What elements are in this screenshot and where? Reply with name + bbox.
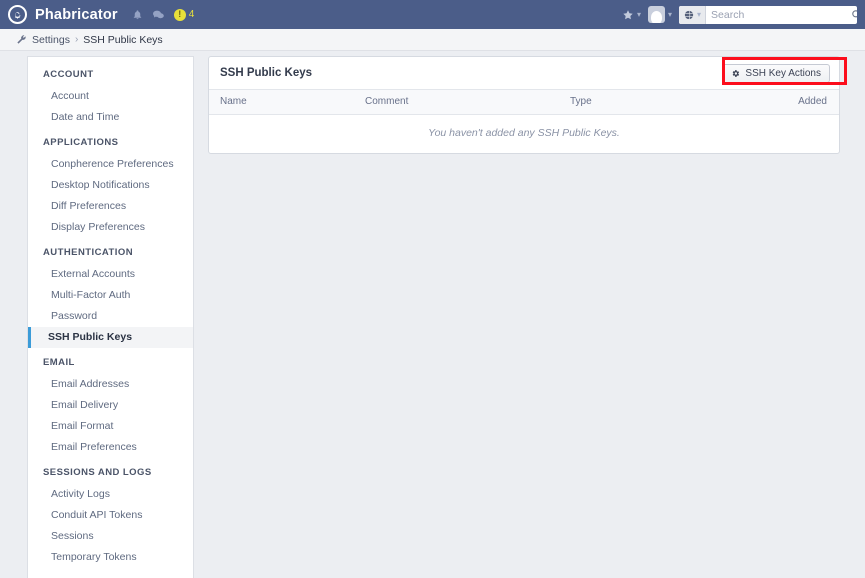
gear-icon	[731, 69, 740, 78]
sidebar-item-email-addresses[interactable]: Email Addresses	[28, 374, 193, 395]
sidebar-item-desktop-notifications[interactable]: Desktop Notifications	[28, 175, 193, 196]
sidebar-item-password[interactable]: Password	[28, 306, 193, 327]
chevron-down-icon: ▾	[697, 9, 702, 19]
ssh-key-actions-button[interactable]: SSH Key Actions	[722, 63, 830, 83]
search-input[interactable]	[706, 5, 852, 24]
sidebar-item-diff-preferences[interactable]: Diff Preferences	[28, 196, 193, 217]
sidebar-group-heading: AUTHENTICATION	[43, 247, 134, 258]
chevron-down-icon: ▾	[636, 9, 641, 19]
sidebar-item-activity-logs[interactable]: Activity Logs	[28, 484, 193, 505]
alert-badge-dot: !	[173, 8, 186, 21]
star-icon	[622, 9, 634, 21]
sidebar-item-multi-factor-auth[interactable]: Multi-Factor Auth	[28, 285, 193, 306]
gear-eye-logo-icon	[8, 5, 27, 24]
sidebar-item-conduit-api-tokens[interactable]: Conduit API Tokens	[28, 505, 193, 526]
main-content: SSH Public Keys SSH Key Actions Name Com…	[208, 56, 840, 154]
column-header-comment[interactable]: Comment	[354, 90, 559, 115]
sidebar-group-heading: APPLICATIONS	[43, 137, 119, 148]
chat-bubble-icon[interactable]	[152, 9, 165, 21]
global-search: ▾	[679, 5, 857, 24]
ssh-keys-panel: SSH Public Keys SSH Key Actions Name Com…	[208, 56, 840, 154]
sidebar-item-email-format[interactable]: Email Format	[28, 416, 193, 437]
sidebar-group-heading: SESSIONS AND LOGS	[43, 467, 152, 478]
sidebar-item-ssh-public-keys[interactable]: SSH Public Keys	[28, 327, 193, 348]
panel-header: SSH Public Keys SSH Key Actions	[209, 57, 839, 90]
user-avatar-icon	[647, 6, 665, 23]
logo-home-link[interactable]: Phabricator	[0, 5, 118, 24]
sidebar-group-heading: ACCOUNT	[43, 69, 94, 80]
table-body: You haven't added any SSH Public Keys.	[209, 114, 839, 153]
brand-title: Phabricator	[35, 6, 118, 23]
breadcrumb-separator: ›	[74, 34, 79, 45]
page-body: ACCOUNT Account Date and Time APPLICATIONS C…	[0, 51, 865, 578]
nav-right-group: ▾ ▾ ▾	[622, 5, 865, 24]
alert-badge[interactable]: ! 4	[173, 8, 195, 21]
ssh-keys-table: Name Comment Type Added You haven't adde…	[209, 90, 839, 153]
table-header-row: Name Comment Type Added	[209, 90, 839, 115]
empty-state-message: You haven't added any SSH Public Keys.	[428, 126, 620, 139]
chevron-down-icon: ▾	[667, 9, 672, 19]
sidebar-item-external-accounts[interactable]: External Accounts	[28, 264, 193, 285]
favorites-menu-button[interactable]: ▾	[622, 9, 641, 21]
column-header-type[interactable]: Type	[559, 90, 774, 115]
profile-menu-button[interactable]: ▾	[647, 6, 672, 23]
breadcrumb: Settings › SSH Public Keys	[0, 29, 865, 51]
sidebar-item-email-delivery[interactable]: Email Delivery	[28, 395, 193, 416]
search-scope-selector[interactable]: ▾	[679, 5, 707, 24]
wrench-icon	[16, 34, 27, 45]
settings-sidebar: ACCOUNT Account Date and Time APPLICATIONS C…	[27, 56, 194, 578]
sidebar-item-temporary-tokens[interactable]: Temporary Tokens	[28, 547, 193, 568]
sidebar-item-conpherence-preferences[interactable]: Conpherence Preferences	[28, 154, 193, 175]
sidebar-item-email-preferences[interactable]: Email Preferences	[28, 437, 193, 458]
breadcrumb-current: SSH Public Keys	[83, 33, 163, 46]
breadcrumb-link-settings[interactable]: Settings	[32, 34, 70, 46]
top-navigation-bar: Phabricator ! 4 ▾ ▾ ▾ Search	[0, 0, 865, 29]
page-title: SSH Public Keys	[220, 67, 313, 79]
table-empty-row: You haven't added any SSH Public Keys.	[209, 114, 839, 153]
sidebar-group-heading: EMAIL	[43, 357, 75, 368]
alert-badge-count: 4	[188, 9, 195, 20]
sidebar-item-sessions[interactable]: Sessions	[28, 526, 193, 547]
nav-icon-group: ! 4	[132, 8, 195, 21]
bell-icon[interactable]	[132, 9, 143, 21]
magnifier-icon[interactable]	[851, 9, 857, 20]
column-header-name[interactable]: Name	[209, 90, 354, 115]
sidebar-item-display-preferences[interactable]: Display Preferences	[28, 217, 193, 238]
sidebar-item-account[interactable]: Account	[28, 86, 193, 107]
globe-icon	[684, 10, 694, 20]
sidebar-item-date-and-time[interactable]: Date and Time	[28, 107, 193, 128]
column-header-added[interactable]: Added	[774, 90, 839, 115]
ssh-key-actions-label: SSH Key Actions	[745, 67, 821, 79]
